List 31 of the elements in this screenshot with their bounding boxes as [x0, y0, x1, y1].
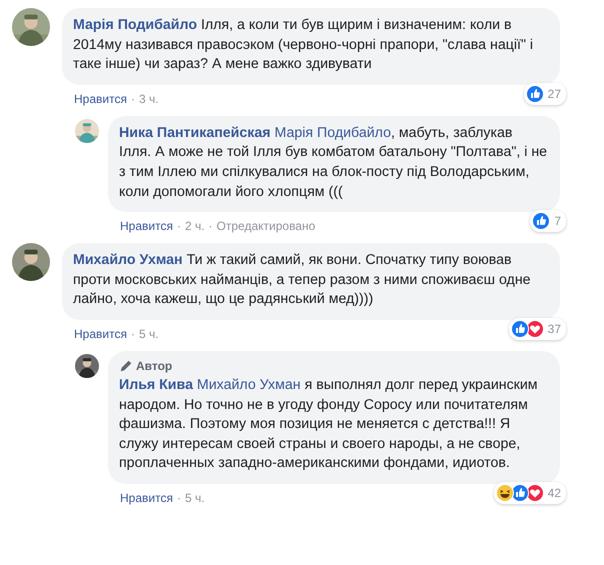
separator: · — [130, 92, 135, 106]
like-link[interactable]: Нравится — [74, 92, 127, 106]
comment-text: Ника Пантикапейская Марія Подибайло, мабуть, заблукав Ілля. А може не той Ілля був комбатом батальону "Полтава", і не з тим Іллею ми спілкувалися на блок-посту під Володарським, коли допомогали його хлопцям ((( — [119, 124, 548, 202]
pencil-icon — [119, 358, 133, 373]
author-link[interactable]: Михайло Ухман — [73, 252, 183, 268]
reaction-count: 42 — [548, 486, 561, 500]
reaction-count: 37 — [548, 322, 561, 336]
edited-label: Отредактировано — [216, 219, 316, 234]
author-label: Автор — [136, 358, 172, 373]
like-icon — [510, 320, 529, 338]
like-icon — [510, 484, 529, 502]
like-link[interactable]: Нравится — [120, 219, 173, 234]
separator: · — [130, 326, 135, 341]
like-link[interactable]: Нравится — [74, 326, 127, 341]
laughing-emoji-icon — [496, 484, 514, 502]
comment-text: Михайло Ухман Ти ж такий самий, як вони. Спочатку типу воював проти московських найманців, а тепер разом з ними споживаєш одне лайно, хоча кажеш, що це радянський мед)))) — [73, 251, 532, 310]
like-icon — [526, 84, 544, 103]
reaction-count: 7 — [554, 214, 561, 228]
comment-text: Марія Подибайло Ілля, а коли ти був щирим і визначеним: коли в 2014му називався правосэком (червоно-чорні прапори, "слава нації" і таке інше) чи зараз? А мене важко здивувати — [73, 16, 534, 74]
separator: · — [208, 219, 213, 234]
author-link[interactable]: Илья Кива — [119, 376, 193, 393]
reaction-count: 27 — [548, 86, 561, 101]
like-link[interactable]: Нравится — [120, 490, 173, 505]
like-icon — [532, 212, 550, 230]
comment-text: Илья Кива Михайло Ухман я выполнял долг перед украинским народом. Но точно не в угоду фонду Соросу или почитателям фашизма. Поэтому моя позиция не меняется с детства!!! Я служу интересам своей страны и своего народы, а не своре, проплаченных западно-американскими фондами, идиотов. — [119, 376, 539, 474]
separator: · — [176, 219, 181, 234]
author-link[interactable]: Марія Подибайло — [73, 17, 197, 33]
mention-link[interactable]: Марія Подибайло — [274, 124, 391, 141]
mention-link[interactable]: Михайло Ухман — [196, 376, 301, 393]
author-link[interactable]: Ника Пантикапейская — [119, 124, 271, 141]
separator: · — [176, 490, 181, 505]
